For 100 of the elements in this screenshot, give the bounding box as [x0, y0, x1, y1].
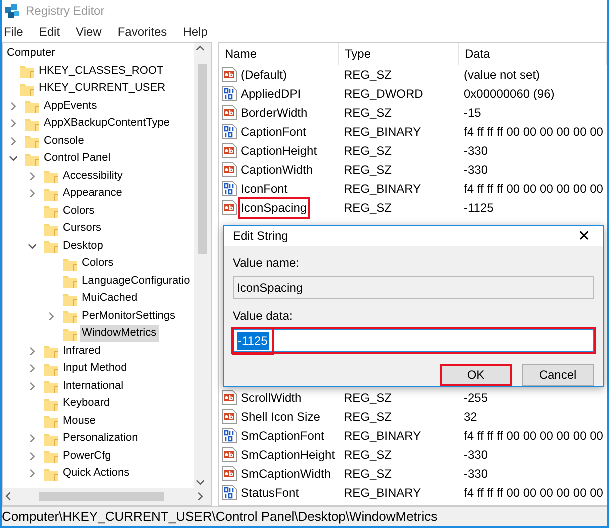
value-name[interactable]: SmCaptionWidth — [240, 464, 332, 482]
tree-item[interactable]: Console — [42, 132, 86, 150]
expand-chevron-icon[interactable] — [27, 363, 38, 374]
value-data: 0x00000060 (96) — [463, 86, 556, 102]
tree-item[interactable]: Colors — [61, 202, 97, 220]
tree-item[interactable]: Cursors — [61, 220, 104, 238]
folder-icon — [43, 448, 59, 464]
tree-item[interactable]: AppEvents — [42, 98, 100, 115]
status-bar: Computer\HKEY_CURRENT_USER\Control Panel\Desktop\WindowMetrics — [2, 506, 607, 526]
ok-button[interactable]: OK — [440, 364, 512, 386]
value-name[interactable]: CaptionFont — [240, 122, 308, 140]
registry-cubes-icon — [4, 3, 20, 19]
value-name[interactable]: BorderWidth — [240, 104, 309, 122]
expand-chevron-icon[interactable] — [27, 450, 38, 462]
folder-icon — [43, 203, 59, 220]
value-type: REG_SZ — [343, 142, 394, 160]
cancel-button[interactable]: Cancel — [522, 364, 594, 386]
value-type: REG_SZ — [343, 162, 394, 178]
tree-item[interactable]: Input Method — [61, 360, 130, 378]
expand-chevron-icon[interactable] — [8, 100, 19, 112]
tree-item[interactable]: Appearance — [61, 185, 124, 202]
tree-item[interactable]: HKEY_CLASSES_ROOT — [37, 62, 166, 80]
value-name[interactable]: SmCaptionHeight — [240, 446, 336, 464]
tree-item[interactable]: Keyboard — [61, 395, 112, 412]
value-name[interactable]: SmCaptionFont — [240, 426, 326, 444]
folder-icon — [43, 378, 59, 394]
value-data: f4 ff ff ff 00 00 00 00 00 00 — [463, 124, 604, 140]
column-header[interactable]: Name — [219, 43, 339, 65]
expand-chevron-icon[interactable] — [8, 136, 19, 147]
folder-icon — [24, 98, 40, 114]
value-data: -255 — [463, 390, 490, 406]
tree-item[interactable]: Mouse — [61, 412, 98, 430]
tree-item[interactable]: AppXBackupContentType — [42, 115, 172, 132]
dialog-title: Edit String — [233, 228, 288, 245]
expand-chevron-icon[interactable] — [46, 310, 57, 322]
value-name[interactable]: (Default) — [240, 66, 288, 84]
tree-item[interactable]: Infrared — [61, 342, 103, 360]
expand-chevron-icon[interactable] — [8, 118, 19, 130]
folder-icon — [62, 273, 78, 290]
value-data: -330 — [463, 446, 490, 464]
folder-icon — [43, 413, 59, 430]
tree-item[interactable]: HKEY_CURRENT_USER — [37, 80, 168, 98]
folder-icon — [43, 238, 59, 254]
menu-item[interactable]: View — [76, 23, 102, 41]
expand-chevron-icon[interactable] — [27, 468, 38, 480]
tree-item[interactable]: Accessibility — [61, 168, 125, 185]
tree-item[interactable]: Control Panel — [42, 150, 113, 168]
value-name[interactable]: ScrollWidth — [240, 388, 303, 406]
scrollbar-thumb[interactable] — [39, 492, 164, 501]
folder-icon — [43, 168, 59, 184]
menu-item[interactable]: Favorites — [118, 23, 168, 41]
value-name[interactable]: CaptionHeight — [240, 142, 318, 160]
expand-chevron-icon[interactable] — [27, 170, 38, 182]
scrollbar-thumb[interactable] — [198, 64, 207, 254]
value-name-field[interactable]: IconSpacing — [233, 276, 594, 299]
folder-icon — [19, 63, 35, 80]
column-header[interactable]: Data — [459, 43, 607, 65]
value-type: REG_BINARY — [343, 428, 422, 444]
folder-icon — [24, 133, 40, 150]
expand-chevron-icon[interactable] — [27, 433, 38, 444]
tree-item[interactable]: MuiCached — [80, 290, 140, 308]
value-type: REG_SZ — [343, 390, 394, 406]
tree-item[interactable]: WindowMetrics — [80, 325, 159, 342]
tree-item[interactable]: International — [61, 378, 126, 395]
tree-item[interactable]: PerMonitorSettings — [80, 308, 178, 325]
column-header[interactable]: Type — [339, 43, 459, 65]
menu-item[interactable]: Help — [183, 23, 208, 41]
value-name[interactable]: IconFont — [240, 180, 289, 198]
value-data: f4 ff ff ff 00 00 00 00 00 00 — [463, 180, 604, 198]
value-name[interactable]: CaptionWidth — [240, 160, 314, 178]
window-title: Registry Editor — [26, 3, 105, 20]
tree-item[interactable]: PowerCfg — [61, 448, 114, 465]
value-data: f4 ff ff ff 00 00 00 00 00 00 — [463, 484, 604, 502]
expand-chevron-icon[interactable] — [27, 188, 38, 200]
value-type: REG_SZ — [343, 446, 394, 464]
folder-icon — [62, 308, 78, 324]
value-type: REG_DWORD — [343, 86, 424, 102]
value-type: REG_SZ — [343, 104, 394, 122]
value-type: REG_BINARY — [343, 180, 422, 198]
tree-item[interactable]: Personalization — [61, 430, 140, 448]
expand-chevron-icon[interactable] — [27, 380, 38, 392]
value-name[interactable]: AppliedDPI — [240, 84, 302, 102]
value-data: 32 — [463, 408, 478, 426]
tree-item[interactable]: Quick Actions — [61, 465, 132, 482]
expand-chevron-icon[interactable] — [27, 346, 38, 357]
menu-item[interactable]: Edit — [39, 23, 60, 41]
value-data: -15 — [463, 104, 482, 122]
value-data-field[interactable]: -1125 — [233, 329, 594, 352]
close-button[interactable]: ✕ — [574, 228, 595, 244]
folder-icon — [43, 343, 59, 360]
value-type: REG_SZ — [343, 466, 394, 482]
value-name[interactable]: StatusFont — [240, 484, 300, 502]
tree-item[interactable]: Colors — [80, 255, 116, 272]
field-label: Value data: — [233, 308, 294, 325]
value-name[interactable]: Shell Icon Size — [240, 408, 322, 426]
tree-item[interactable]: Desktop — [61, 238, 106, 255]
tree-item[interactable]: Computer — [5, 45, 58, 62]
menu-item[interactable]: File — [4, 23, 24, 41]
value-name[interactable]: IconSpacing — [240, 198, 308, 216]
tree-item[interactable]: LanguageConfiguratio — [80, 272, 192, 290]
